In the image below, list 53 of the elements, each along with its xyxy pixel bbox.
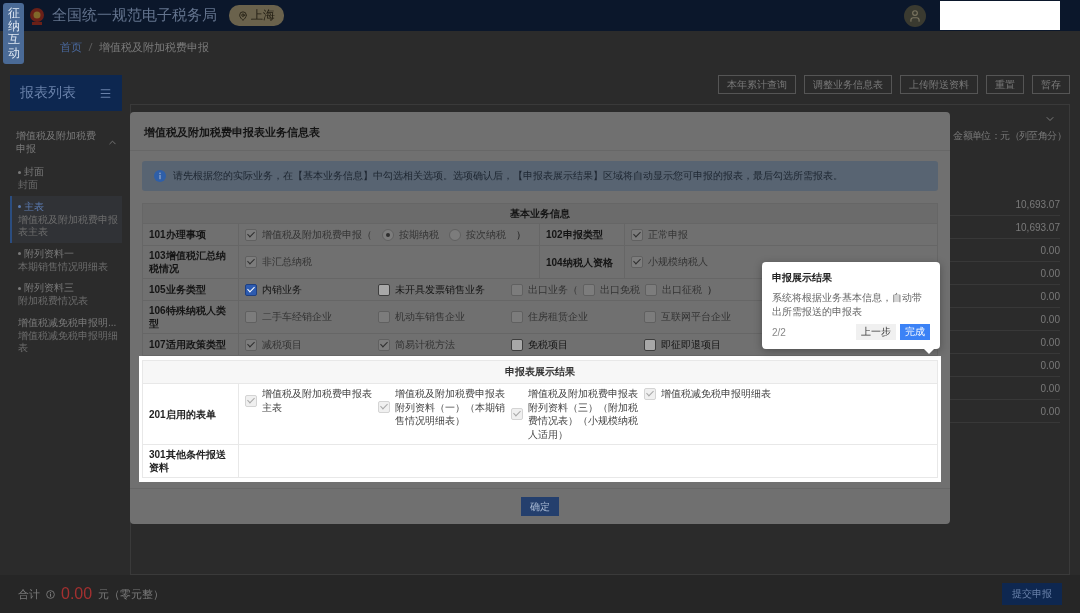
- checkbox[interactable]: [378, 283, 390, 296]
- toolbar-button[interactable]: 重置: [986, 75, 1024, 94]
- info-icon: [154, 170, 166, 182]
- breadcrumb-separator: [88, 42, 93, 52]
- location-pin-icon: [238, 10, 248, 21]
- confirm-button[interactable]: 确定: [521, 497, 559, 516]
- section-heading: 基本业务信息: [143, 204, 937, 224]
- total-label: 合计: [18, 586, 40, 602]
- item-title: 封面: [18, 165, 118, 178]
- row-label: 301其他条件报送资料: [143, 445, 239, 477]
- parenthesis-text: ）: [707, 282, 717, 297]
- item-title: 附列资料三: [18, 281, 118, 294]
- row-label: 107适用政策类型: [143, 334, 239, 355]
- item-title: 增值税减免税申报明...: [18, 315, 118, 329]
- checkbox[interactable]: [511, 338, 523, 351]
- row-label: 105业务类型: [143, 279, 239, 300]
- group-label[interactable]: 增值税及附加税费申报: [16, 129, 105, 155]
- option-label: 免税项目: [528, 337, 568, 352]
- checkbox[interactable]: [245, 283, 257, 296]
- site-title: 全国统一规范电子税务局: [52, 6, 217, 25]
- unit-text: 金额单位：元（列至角分）: [953, 129, 1066, 143]
- modal-title: 增值税及附加税费申报表业务信息表: [144, 126, 320, 138]
- section-heading: 申报表展示结果: [143, 361, 937, 384]
- option-label: 即征即退项目: [661, 337, 721, 352]
- checkbox[interactable]: [644, 338, 656, 351]
- done-button[interactable]: 完成: [900, 324, 930, 340]
- floating-tab[interactable]: 征纳互动: [3, 3, 24, 64]
- parenthesis-text: ）: [516, 227, 526, 242]
- emblem-icon: [28, 6, 46, 25]
- popover-title: 申报展示结果: [772, 271, 833, 285]
- row-label: 103增值税汇总纳税情况: [143, 246, 239, 278]
- toolbar-button[interactable]: 本年累计查询: [718, 75, 796, 94]
- info-icon: [46, 589, 55, 599]
- avatar-icon[interactable]: [904, 4, 926, 27]
- total-words: 元（零元整）: [98, 586, 165, 602]
- row-label: 101办理事项: [143, 224, 239, 245]
- row-label: 106特殊纳税人类型: [143, 301, 239, 333]
- option-label: 未开具发票销售业务: [395, 282, 485, 297]
- submit-button[interactable]: 提交申报: [1002, 583, 1062, 605]
- option-label: 内销业务: [262, 282, 302, 297]
- breadcrumb-link[interactable]: 首页: [60, 39, 82, 55]
- row-label: 201启用的表单: [143, 384, 239, 444]
- row-label: 102申报类型: [539, 224, 625, 245]
- sidebar-title: 报表列表: [20, 84, 76, 102]
- option-label: 增值税减免税申报明细表: [661, 387, 771, 401]
- breadcrumb-link[interactable]: 增值税及附加税费申报: [99, 39, 209, 55]
- item-title: 主表: [18, 199, 118, 213]
- row-label: 104纳税人资格: [539, 246, 625, 278]
- menu-icon[interactable]: [99, 86, 112, 100]
- total-amount: 0.00: [61, 585, 93, 603]
- previous-button[interactable]: 上一步: [856, 324, 896, 340]
- toolbar-button[interactable]: 调整业务信息表: [804, 75, 892, 94]
- toolbar-button[interactable]: 暂存: [1032, 75, 1070, 94]
